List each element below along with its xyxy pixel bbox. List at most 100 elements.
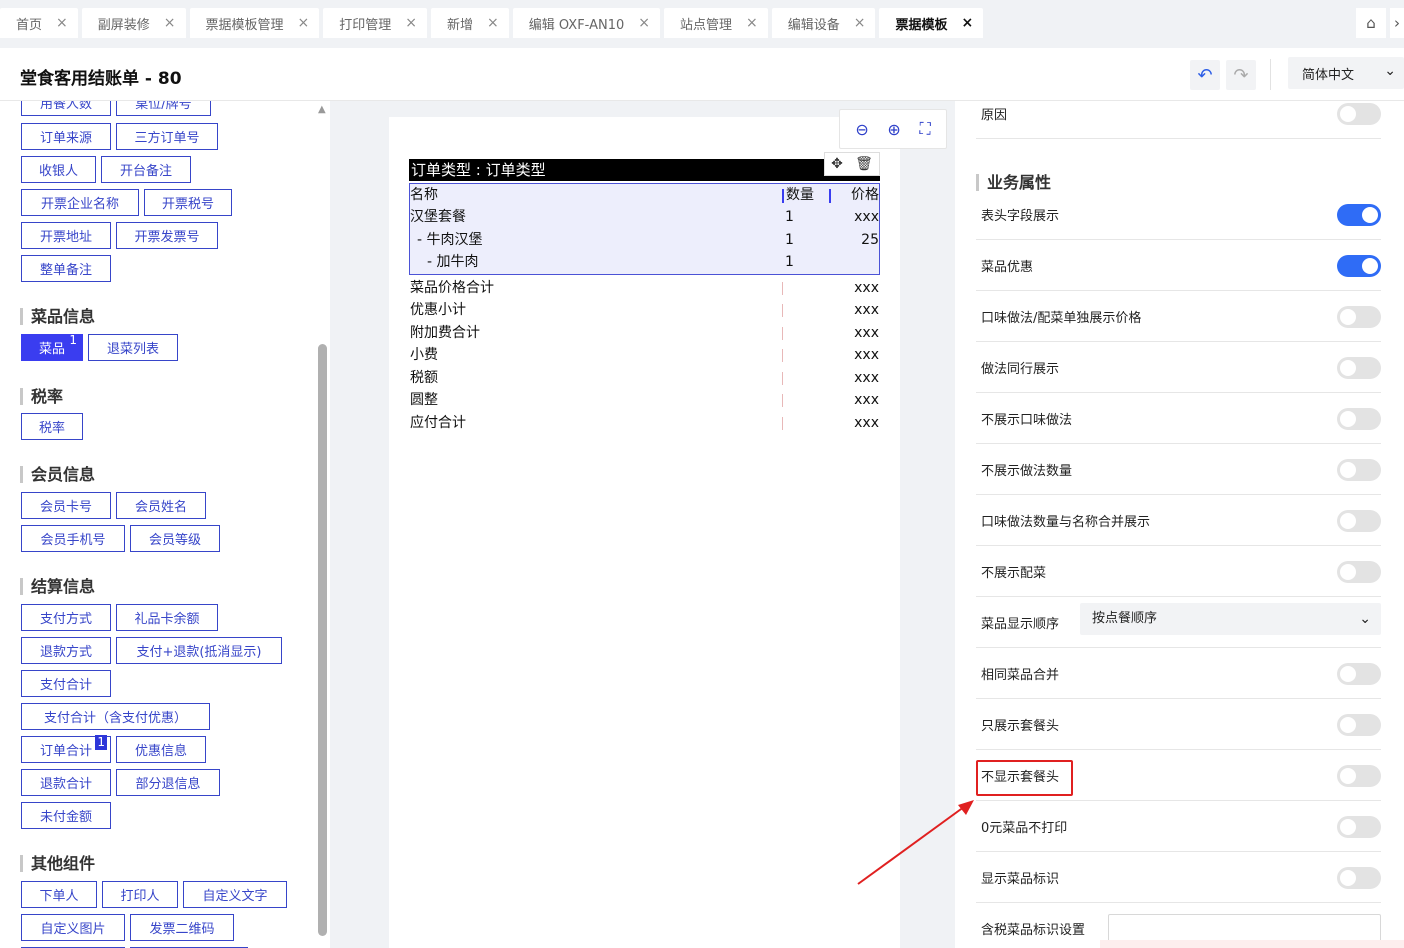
chevron-down-icon: ⌄ bbox=[1384, 63, 1396, 79]
chip-gift-card-balance[interactable]: 礼品卡余额 bbox=[116, 604, 218, 631]
chip-refund-method[interactable]: 退款方式 bbox=[21, 637, 111, 664]
redo-icon[interactable]: ↷ bbox=[1226, 60, 1256, 90]
close-icon[interactable]: × bbox=[405, 15, 417, 31]
toggle-switch[interactable] bbox=[1337, 357, 1381, 379]
summary-row[interactable]: 税额 xxx bbox=[409, 367, 880, 389]
prop-label: 相同菜品合并 bbox=[981, 668, 1060, 683]
chip-return-list[interactable]: 退菜列表 bbox=[88, 334, 178, 361]
tab-item[interactable]: 编辑 OXF-AN10 × bbox=[512, 8, 660, 38]
tab-item[interactable]: 编辑设备 × bbox=[771, 8, 876, 38]
chip-order-placer[interactable]: 下单人 bbox=[21, 881, 97, 908]
chip-table-number[interactable]: 桌位/牌号 bbox=[116, 101, 211, 116]
close-icon[interactable]: × bbox=[56, 15, 68, 31]
close-icon[interactable]: × bbox=[164, 15, 176, 31]
chip-invoice-tax-no[interactable]: 开票税号 bbox=[144, 189, 232, 216]
toggle-switch[interactable] bbox=[1337, 867, 1381, 889]
bottom-tint bbox=[1100, 940, 1404, 948]
close-icon[interactable]: × bbox=[487, 15, 499, 31]
tab-item[interactable]: 新增 × bbox=[431, 8, 509, 38]
summary-row[interactable]: 圆整 xxx bbox=[409, 389, 880, 411]
tab-item[interactable]: 站点管理 × bbox=[663, 8, 768, 38]
tab-label: 站点管理 bbox=[679, 17, 732, 33]
chip-payment-refund-offset[interactable]: 支付+退款(抵消显示) bbox=[116, 637, 282, 664]
toggle-switch[interactable] bbox=[1337, 561, 1381, 583]
summary-row[interactable]: 优惠小计 xxx bbox=[409, 299, 880, 321]
trash-icon[interactable]: 🗑 bbox=[855, 156, 873, 172]
dish-order-select[interactable]: 按点餐顺序 ⌄ bbox=[1080, 603, 1381, 635]
toggle-switch[interactable] bbox=[1337, 204, 1381, 226]
chip-refund-total[interactable]: 退款合计 bbox=[21, 769, 111, 796]
chip-member-level[interactable]: 会员等级 bbox=[130, 525, 220, 552]
home-icon[interactable]: ⌂ bbox=[1356, 8, 1386, 38]
summary-row[interactable]: 小费 xxx bbox=[409, 344, 880, 366]
chip-tax-rate[interactable]: 税率 bbox=[21, 413, 83, 440]
chip-dish[interactable]: 菜品 1 bbox=[21, 333, 83, 361]
chip-custom-text[interactable]: 自定义文字 bbox=[183, 881, 287, 908]
chip-member-phone[interactable]: 会员手机号 bbox=[21, 525, 125, 552]
chip-order-note[interactable]: 整单备注 bbox=[21, 255, 111, 282]
chip-payment-total[interactable]: 支付合计 bbox=[21, 670, 111, 697]
chip-member-name[interactable]: 会员姓名 bbox=[116, 492, 206, 519]
chip-discount-info[interactable]: 优惠信息 bbox=[116, 736, 206, 763]
col-price-header: 价格 bbox=[851, 187, 879, 203]
chip-printer-person[interactable]: 打印人 bbox=[102, 881, 178, 908]
scroll-up-icon[interactable]: ▲ bbox=[318, 104, 326, 115]
chip-partial-refund-info[interactable]: 部分退信息 bbox=[116, 769, 220, 796]
chip-invoice-number[interactable]: 开票发票号 bbox=[116, 222, 218, 249]
chip-third-party-order[interactable]: 三方订单号 bbox=[116, 123, 218, 150]
toggle-switch[interactable] bbox=[1337, 663, 1381, 685]
chip-custom-image[interactable]: 自定义图片 bbox=[21, 914, 125, 941]
toggle-switch[interactable] bbox=[1337, 765, 1381, 787]
tab-label: 编辑设备 bbox=[787, 17, 840, 33]
more-icon[interactable]: › bbox=[1390, 8, 1404, 38]
chip-member-card[interactable]: 会员卡号 bbox=[21, 492, 111, 519]
toggle-knob bbox=[1340, 564, 1356, 580]
summary-row[interactable]: 菜品价格合计 xxx bbox=[409, 277, 880, 299]
chip-invoice-company[interactable]: 开票企业名称 bbox=[21, 189, 139, 216]
chip-invoice-qrcode[interactable]: 发票二维码 bbox=[130, 914, 234, 941]
tab-item[interactable]: 副屏装修 × bbox=[81, 8, 186, 38]
close-icon[interactable]: × bbox=[961, 15, 973, 31]
chip-unpaid-amount[interactable]: 未付金额 bbox=[21, 802, 111, 829]
fit-screen-icon[interactable]: ⛶ bbox=[919, 119, 930, 139]
chip-diners[interactable]: 用餐人数 bbox=[21, 101, 111, 116]
move-icon[interactable]: ✥ bbox=[831, 156, 843, 172]
chip-cashier[interactable]: 收银人 bbox=[21, 156, 96, 183]
toggle-switch[interactable] bbox=[1337, 510, 1381, 532]
left-scrollbar-thumb[interactable] bbox=[318, 344, 327, 936]
prop-label: 不展示配菜 bbox=[981, 566, 1047, 581]
toggle-reason[interactable] bbox=[1337, 103, 1381, 125]
chip-payment-total-with-discount[interactable]: 支付合计（含支付优惠） bbox=[21, 703, 210, 730]
toggle-switch[interactable] bbox=[1337, 459, 1381, 481]
summary-value: xxx bbox=[854, 347, 879, 363]
tab-item[interactable]: 票据模板管理 × bbox=[189, 8, 320, 38]
toggle-switch[interactable] bbox=[1337, 816, 1381, 838]
zoom-out-icon[interactable]: ⊖ bbox=[855, 120, 868, 139]
close-icon[interactable]: × bbox=[298, 15, 310, 31]
toggle-switch[interactable] bbox=[1337, 714, 1381, 736]
tab-item[interactable]: 打印管理 × bbox=[323, 8, 427, 38]
row-qty: 1 bbox=[785, 232, 794, 248]
zoom-in-icon[interactable]: ⊕ bbox=[887, 120, 900, 139]
chip-payment-method[interactable]: 支付方式 bbox=[21, 604, 111, 631]
chevron-down-icon: ⌄ bbox=[1359, 611, 1371, 627]
chip-order-source[interactable]: 订单来源 bbox=[21, 123, 111, 150]
close-icon[interactable]: × bbox=[638, 15, 650, 31]
order-type-field[interactable]: 订单类型 : 订单类型 bbox=[409, 159, 880, 181]
tab-item[interactable]: 首页 × bbox=[0, 8, 78, 38]
close-icon[interactable]: × bbox=[854, 15, 866, 31]
arrow-head bbox=[958, 800, 974, 815]
summary-row[interactable]: 应付合计 xxx bbox=[409, 412, 880, 434]
chip-invoice-address[interactable]: 开票地址 bbox=[21, 222, 111, 249]
close-icon[interactable]: × bbox=[746, 15, 758, 31]
row-name: - 加牛肉 bbox=[427, 254, 479, 270]
summary-row[interactable]: 附加费合计 xxx bbox=[409, 322, 880, 344]
undo-icon[interactable]: ↶ bbox=[1190, 60, 1220, 90]
toggle-switch[interactable] bbox=[1337, 306, 1381, 328]
chip-order-total[interactable]: 订单合计 1 bbox=[21, 735, 111, 763]
toggle-switch[interactable] bbox=[1337, 255, 1381, 277]
language-select[interactable]: 简体中文 ⌄ bbox=[1288, 57, 1404, 89]
chip-open-note[interactable]: 开台备注 bbox=[101, 156, 191, 183]
tab-item[interactable]: 票据模板 × bbox=[879, 8, 984, 38]
toggle-switch[interactable] bbox=[1337, 408, 1381, 430]
